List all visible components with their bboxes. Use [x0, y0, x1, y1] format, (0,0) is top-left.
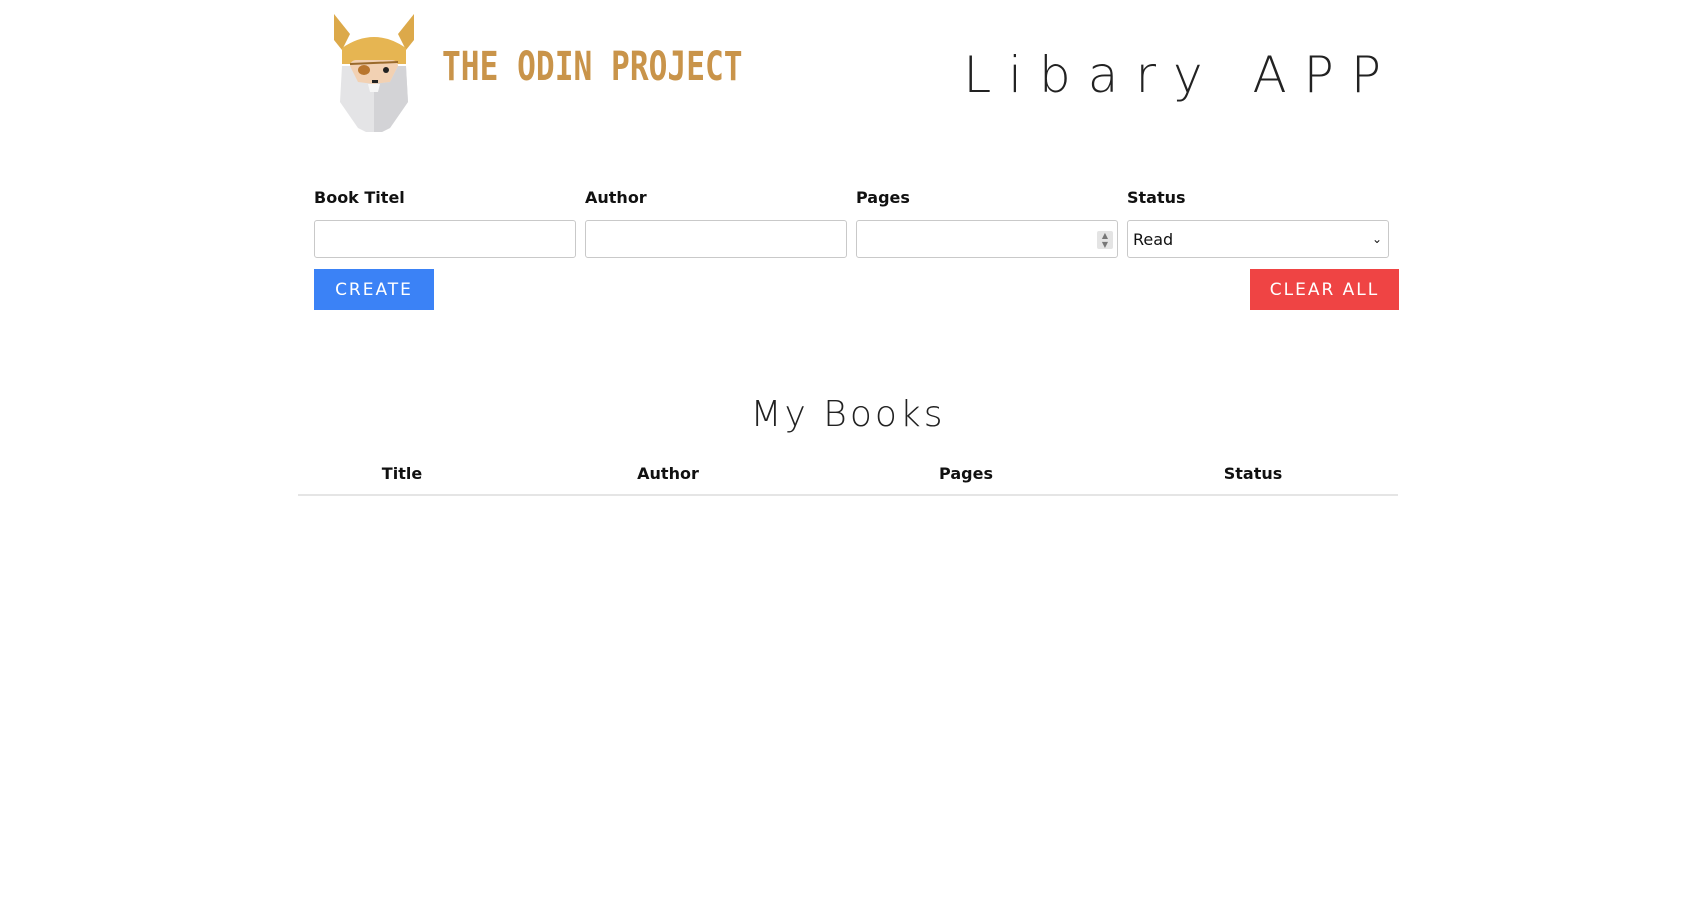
header: THE ODIN PROJECT Libary APP [298, 0, 1398, 150]
viking-head-icon [334, 14, 414, 132]
app-container: THE ODIN PROJECT Libary APP Book Titel A… [298, 0, 1399, 901]
status-select[interactable]: Read ⌄ [1127, 220, 1389, 258]
author-field: Author [585, 188, 849, 258]
column-header-author: Author [637, 464, 699, 483]
pages-field: Pages ▲ ▼ [856, 188, 1120, 258]
column-header-title: Title [381, 464, 423, 483]
logo-text: THE ODIN PROJECT [442, 44, 743, 90]
books-section-title: My Books [750, 394, 946, 435]
book-title-label: Book Titel [314, 188, 405, 207]
odin-project-logo: THE ODIN PROJECT [328, 12, 827, 132]
book-title-field: Book Titel [314, 188, 578, 258]
book-title-input[interactable] [314, 220, 576, 258]
status-field: Status Read ⌄ [1127, 188, 1391, 258]
column-header-pages: Pages [939, 464, 993, 483]
pages-label: Pages [856, 188, 910, 207]
column-header-status: Status [1223, 464, 1283, 483]
status-label: Status [1127, 188, 1186, 207]
app-title: Libary APP [963, 46, 1398, 104]
chevron-down-icon: ⌄ [1371, 232, 1382, 246]
author-input[interactable] [585, 220, 847, 258]
status-select-value: Read [1133, 229, 1174, 249]
number-stepper-icon[interactable]: ▲ ▼ [1097, 231, 1113, 249]
author-label: Author [585, 188, 647, 207]
books-table-header: Title Author Pages Status [298, 464, 1398, 496]
clear-all-button[interactable]: CLEAR ALL [1250, 269, 1399, 310]
create-button[interactable]: CREATE [314, 269, 434, 310]
pages-input[interactable]: ▲ ▼ [856, 220, 1118, 258]
